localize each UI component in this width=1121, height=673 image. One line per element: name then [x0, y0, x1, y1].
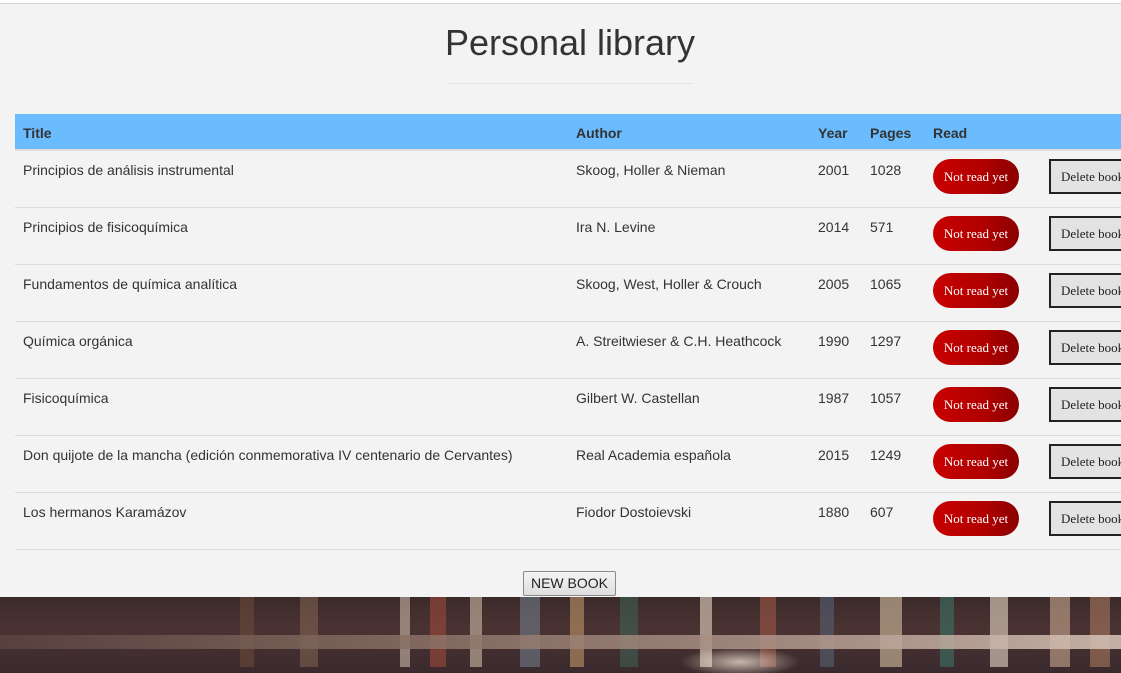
read-status-button[interactable]: Not read yet — [933, 159, 1019, 194]
book-pages: 1297 — [870, 333, 902, 349]
table-row: Fisicoquímica Gilbert W. Castellan 1987 … — [15, 379, 1121, 436]
table-row: Don quijote de la mancha (edición conmem… — [15, 436, 1121, 493]
book-year: 1990 — [818, 333, 850, 349]
delete-book-button[interactable]: Delete book — [1049, 330, 1121, 365]
delete-book-button[interactable]: Delete book — [1049, 216, 1121, 251]
delete-book-button[interactable]: Delete book — [1049, 444, 1121, 479]
book-author: Gilbert W. Castellan — [576, 390, 700, 406]
book-title: Don quijote de la mancha (edición conmem… — [23, 447, 513, 463]
book-title: Principios de análisis instrumental — [23, 162, 234, 178]
book-author: Real Academia española — [576, 447, 731, 463]
book-year: 2014 — [818, 219, 850, 235]
book-title: Fundamentos de química analítica — [23, 276, 238, 292]
read-status-button[interactable]: Not read yet — [933, 444, 1019, 479]
book-title: Principios de fisicoquímica — [23, 219, 188, 235]
book-title: Los hermanos Karamázov — [23, 504, 187, 520]
table-header: Title Author Year Pages Read — [15, 114, 1121, 151]
book-year: 1987 — [818, 390, 850, 406]
header-title: Title — [23, 125, 52, 141]
read-status-button[interactable]: Not read yet — [933, 501, 1019, 536]
book-pages: 1057 — [870, 390, 902, 406]
book-pages: 1028 — [870, 162, 902, 178]
book-year: 2001 — [818, 162, 850, 178]
read-status-button[interactable]: Not read yet — [933, 330, 1019, 365]
book-author: Skoog, West, Holler & Crouch — [576, 276, 762, 292]
table-row: Principios de análisis instrumental Skoo… — [15, 151, 1121, 208]
book-year: 2015 — [818, 447, 850, 463]
table-row: Química orgánica A. Streitwieser & C.H. … — [15, 322, 1121, 379]
book-pages: 571 — [870, 219, 894, 235]
book-year: 2005 — [818, 276, 850, 292]
header-year: Year — [818, 125, 848, 141]
read-status-button[interactable]: Not read yet — [933, 216, 1019, 251]
table-row: Principios de fisicoquímica Ira N. Levin… — [15, 208, 1121, 265]
title-underline — [447, 83, 693, 84]
page-title: Personal library — [444, 22, 696, 63]
book-pages: 607 — [870, 504, 894, 520]
delete-book-button[interactable]: Delete book — [1049, 387, 1121, 422]
book-pages: 1249 — [870, 447, 902, 463]
header-read: Read — [933, 125, 968, 141]
new-book-button[interactable]: NEW BOOK — [523, 571, 616, 596]
book-title: Química orgánica — [23, 333, 133, 349]
header-author: Author — [576, 125, 622, 141]
book-author: Skoog, Holler & Nieman — [576, 162, 726, 178]
read-status-button[interactable]: Not read yet — [933, 273, 1019, 308]
shelf-plank — [0, 635, 1121, 649]
book-pages: 1065 — [870, 276, 902, 292]
table-row: Los hermanos Karamázov Fiodor Dostoievsk… — [15, 493, 1121, 550]
read-status-button[interactable]: Not read yet — [933, 387, 1019, 422]
bookshelf-background-image — [0, 597, 1121, 673]
header-pages: Pages — [870, 125, 912, 141]
delete-book-button[interactable]: Delete book — [1049, 273, 1121, 308]
book-title: Fisicoquímica — [23, 390, 109, 406]
books-table: Title Author Year Pages Read Principios … — [15, 114, 1121, 550]
book-author: Fiodor Dostoievski — [576, 504, 692, 520]
book-author: A. Streitwieser & C.H. Heathcock — [576, 333, 782, 349]
book-year: 1880 — [818, 504, 850, 520]
delete-book-button[interactable]: Delete book — [1049, 501, 1121, 536]
book-author: Ira N. Levine — [576, 219, 656, 235]
table-row: Fundamentos de química analítica Skoog, … — [15, 265, 1121, 322]
delete-book-button[interactable]: Delete book — [1049, 159, 1121, 194]
